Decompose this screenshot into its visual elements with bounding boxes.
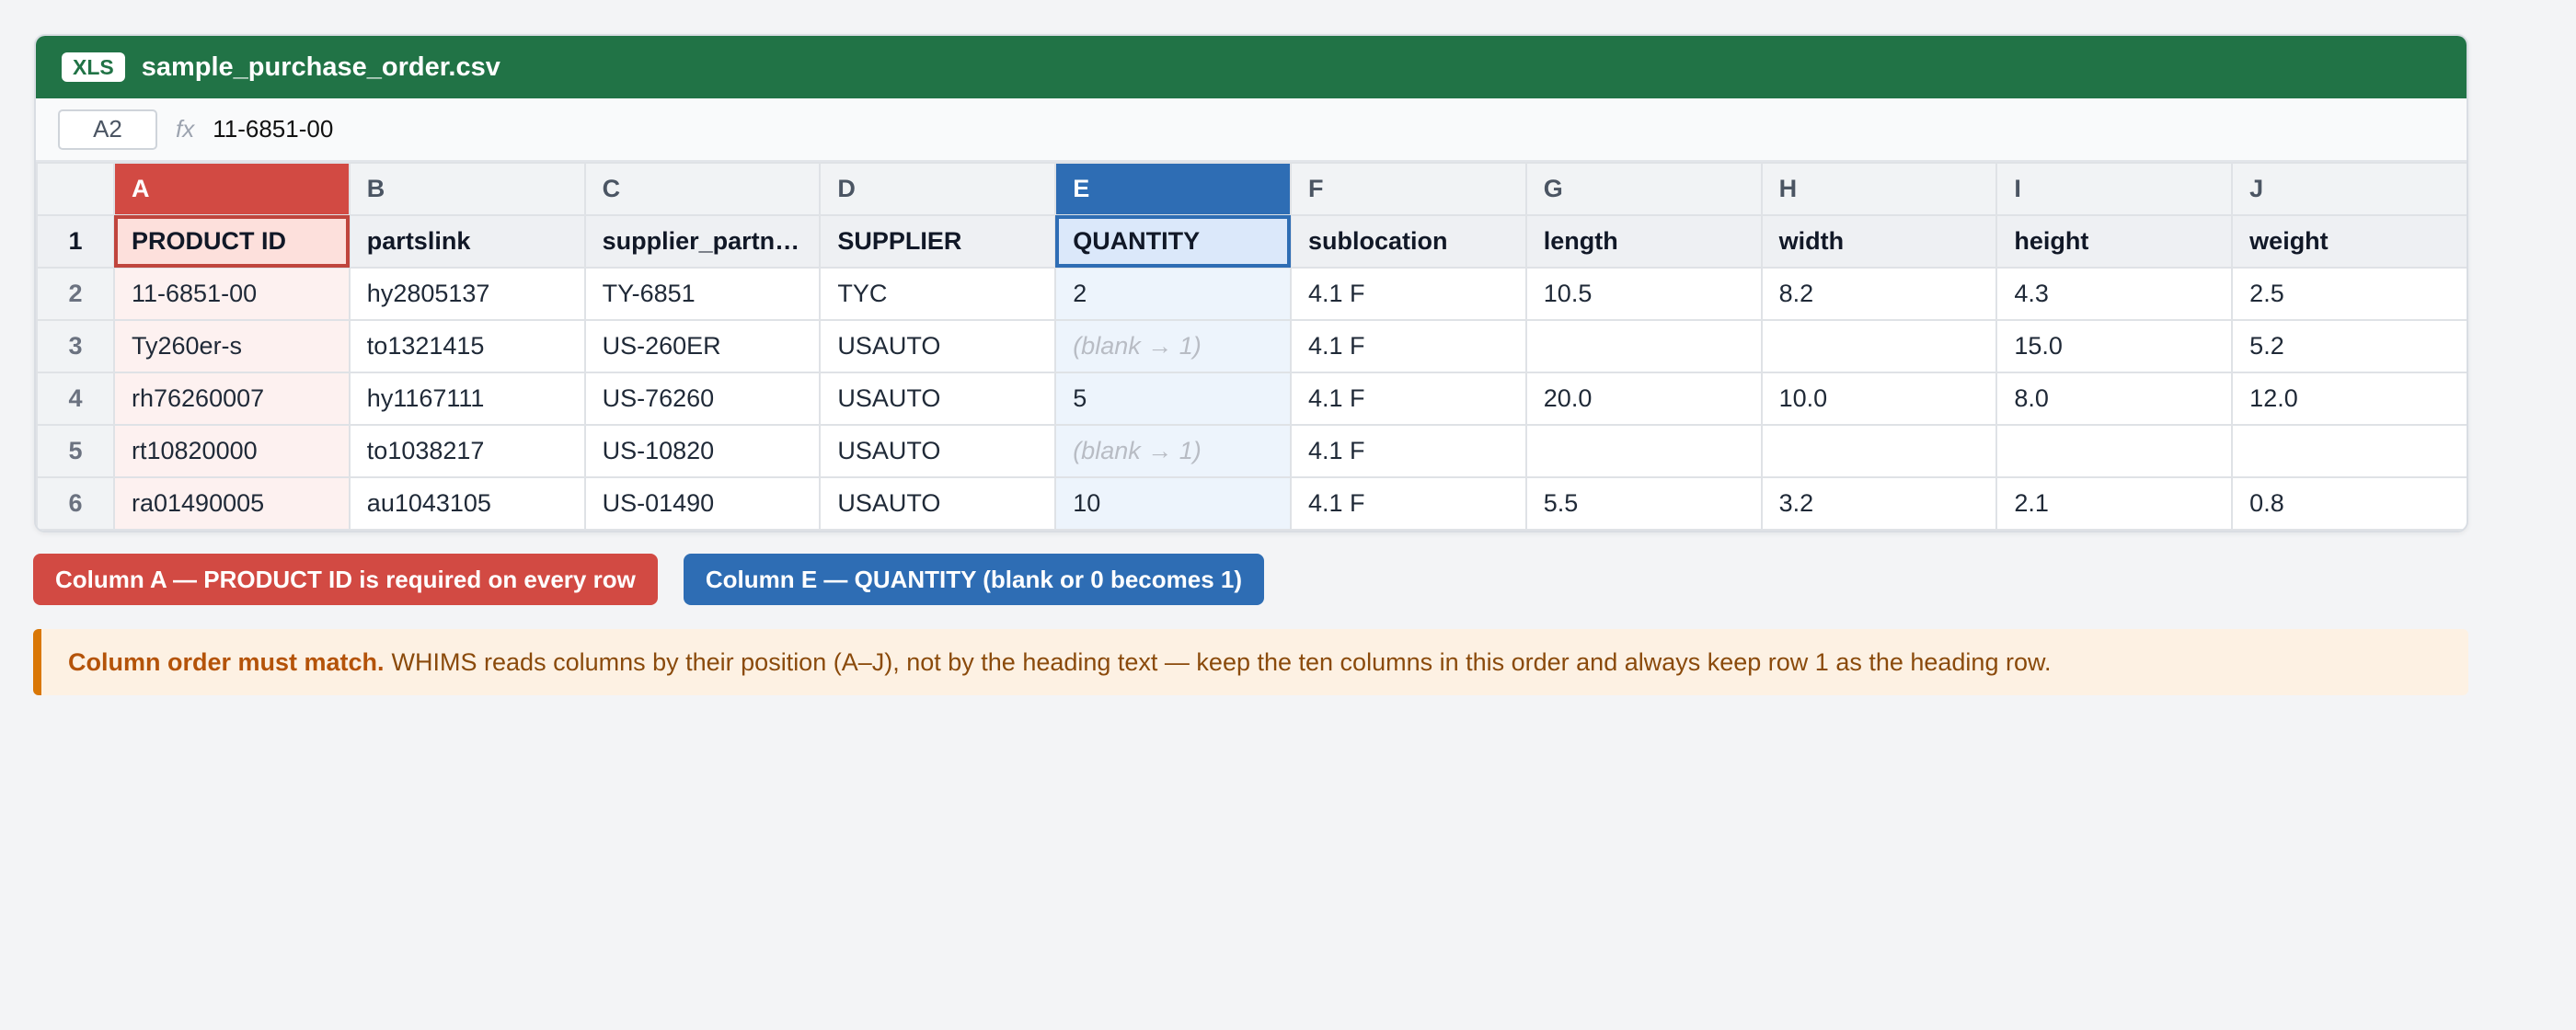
column-header-row: A B C D E F G H I J (36, 162, 2467, 216)
cell[interactable]: 5 (1054, 372, 1292, 426)
table-row: 2 11-6851-00 hy2805137 TY-6851 TYC 2 4.1… (36, 267, 2467, 321)
name-box[interactable]: A2 (58, 109, 157, 150)
heading-cell-supplier-partnumber[interactable]: supplier_partn… (583, 214, 822, 269)
heading-row: 1 PRODUCT ID partslink supplier_partn… S… (36, 214, 2467, 269)
cell[interactable]: 2.5 (2231, 267, 2467, 321)
column-order-notice: Column order must match. WHIMS reads col… (33, 629, 2468, 695)
cell[interactable]: 4.1 F (1289, 267, 1527, 321)
cell[interactable]: TY-6851 (583, 267, 822, 321)
heading-cell-weight[interactable]: weight (2231, 214, 2467, 269)
cell[interactable]: USAUTO (819, 319, 1057, 373)
column-header-e[interactable]: E (1054, 162, 1292, 216)
table-row: 6 ra01490005 au1043105 US-01490 USAUTO 1… (36, 476, 2467, 531)
cell[interactable]: 4.1 F (1289, 424, 1527, 478)
cell[interactable]: hy2805137 (348, 267, 586, 321)
cell[interactable]: to1321415 (348, 319, 586, 373)
cell[interactable]: 8.2 (1760, 267, 1998, 321)
column-header-a[interactable]: A (113, 162, 351, 216)
cell[interactable]: to1038217 (348, 424, 586, 478)
cell[interactable]: 10.0 (1760, 372, 1998, 426)
cell[interactable] (1760, 319, 1998, 373)
column-header-b[interactable]: B (348, 162, 586, 216)
notice-title: Column order must match. (68, 647, 385, 676)
row-number[interactable]: 2 (36, 267, 115, 321)
fx-icon: fx (176, 115, 195, 143)
row-number[interactable]: 6 (36, 476, 115, 531)
column-header-d[interactable]: D (819, 162, 1057, 216)
cell[interactable]: 5.2 (2231, 319, 2467, 373)
cell[interactable]: 4.1 F (1289, 372, 1527, 426)
row-number[interactable]: 1 (36, 214, 115, 269)
cell[interactable]: 2.1 (1995, 476, 2234, 531)
cell[interactable]: US-10820 (583, 424, 822, 478)
spreadsheet-window: XLS sample_purchase_order.csv A2 fx 11-6… (34, 34, 2468, 532)
cell[interactable]: US-260ER (583, 319, 822, 373)
cell[interactable]: 5.5 (1524, 476, 1763, 531)
cell[interactable] (1524, 424, 1763, 478)
table-row: 4 rh76260007 hy1167111 US-76260 USAUTO 5… (36, 372, 2467, 426)
title-bar: XLS sample_purchase_order.csv (36, 36, 2467, 98)
cell[interactable]: US-76260 (583, 372, 822, 426)
cell[interactable]: 2 (1054, 267, 1292, 321)
column-header-f[interactable]: F (1289, 162, 1527, 216)
cell[interactable] (1760, 424, 1998, 478)
cell[interactable]: 10.5 (1524, 267, 1763, 321)
column-header-h[interactable]: H (1760, 162, 1998, 216)
column-header-c[interactable]: C (583, 162, 822, 216)
cell[interactable]: 12.0 (2231, 372, 2467, 426)
cell[interactable]: USAUTO (819, 476, 1057, 531)
cell[interactable]: hy1167111 (348, 372, 586, 426)
row-number[interactable]: 3 (36, 319, 115, 373)
cell[interactable]: au1043105 (348, 476, 586, 531)
cell[interactable]: 10 (1054, 476, 1292, 531)
cell[interactable] (1995, 424, 2234, 478)
cell[interactable] (2231, 424, 2467, 478)
select-all-corner[interactable] (36, 162, 115, 216)
row-number[interactable]: 4 (36, 372, 115, 426)
file-name: sample_purchase_order.csv (141, 52, 500, 82)
quantity-column-callout: Column E — QUANTITY (blank or 0 becomes … (683, 554, 1265, 605)
cell[interactable]: 20.0 (1524, 372, 1763, 426)
heading-cell-length[interactable]: length (1524, 214, 1763, 269)
cell[interactable]: Ty260er-s (113, 319, 351, 373)
cell[interactable]: 4.1 F (1289, 319, 1527, 373)
cell[interactable]: TYC (819, 267, 1057, 321)
heading-cell-supplier[interactable]: SUPPLIER (819, 214, 1057, 269)
heading-cell-quantity[interactable]: QUANTITY (1054, 214, 1292, 269)
cell[interactable]: 15.0 (1995, 319, 2234, 373)
heading-cell-height[interactable]: height (1995, 214, 2234, 269)
table-row: 3 Ty260er-s to1321415 US-260ER USAUTO (b… (36, 319, 2467, 373)
cell[interactable]: ra01490005 (113, 476, 351, 531)
cell[interactable]: 4.1 F (1289, 476, 1527, 531)
column-header-j[interactable]: J (2231, 162, 2467, 216)
cell[interactable] (1524, 319, 1763, 373)
column-header-i[interactable]: I (1995, 162, 2234, 216)
heading-cell-sublocation[interactable]: sublocation (1289, 214, 1527, 269)
notice-text: WHIMS reads columns by their position (A… (391, 647, 2052, 676)
heading-cell-partslink[interactable]: partslink (348, 214, 586, 269)
required-column-callout: Column A — PRODUCT ID is required on eve… (33, 554, 658, 605)
cell[interactable]: 0.8 (2231, 476, 2467, 531)
formula-input[interactable]: 11-6851-00 (213, 115, 333, 143)
cell[interactable]: USAUTO (819, 372, 1057, 426)
cell[interactable]: USAUTO (819, 424, 1057, 478)
row-number[interactable]: 5 (36, 424, 115, 478)
sheet-grid: A B C D E F G H I J 1 PRODUCT ID partsli… (36, 162, 2467, 531)
heading-cell-product-id[interactable]: PRODUCT ID (113, 214, 351, 269)
blank-quantity-cell[interactable]: (blank → 1) (1054, 319, 1292, 373)
blank-quantity-cell[interactable]: (blank → 1) (1054, 424, 1292, 478)
cell[interactable]: 8.0 (1995, 372, 2234, 426)
cell[interactable]: 3.2 (1760, 476, 1998, 531)
cell[interactable]: 11-6851-00 (113, 267, 351, 321)
file-type-badge: XLS (62, 52, 125, 82)
heading-cell-width[interactable]: width (1760, 214, 1998, 269)
formula-bar: A2 fx 11-6851-00 (36, 98, 2467, 162)
table-row: 5 rt10820000 to1038217 US-10820 USAUTO (… (36, 424, 2467, 478)
cell[interactable]: rt10820000 (113, 424, 351, 478)
cell[interactable]: US-01490 (583, 476, 822, 531)
cell[interactable]: rh76260007 (113, 372, 351, 426)
column-header-g[interactable]: G (1524, 162, 1763, 216)
column-callouts: Column A — PRODUCT ID is required on eve… (33, 554, 1265, 605)
cell[interactable]: 4.3 (1995, 267, 2234, 321)
